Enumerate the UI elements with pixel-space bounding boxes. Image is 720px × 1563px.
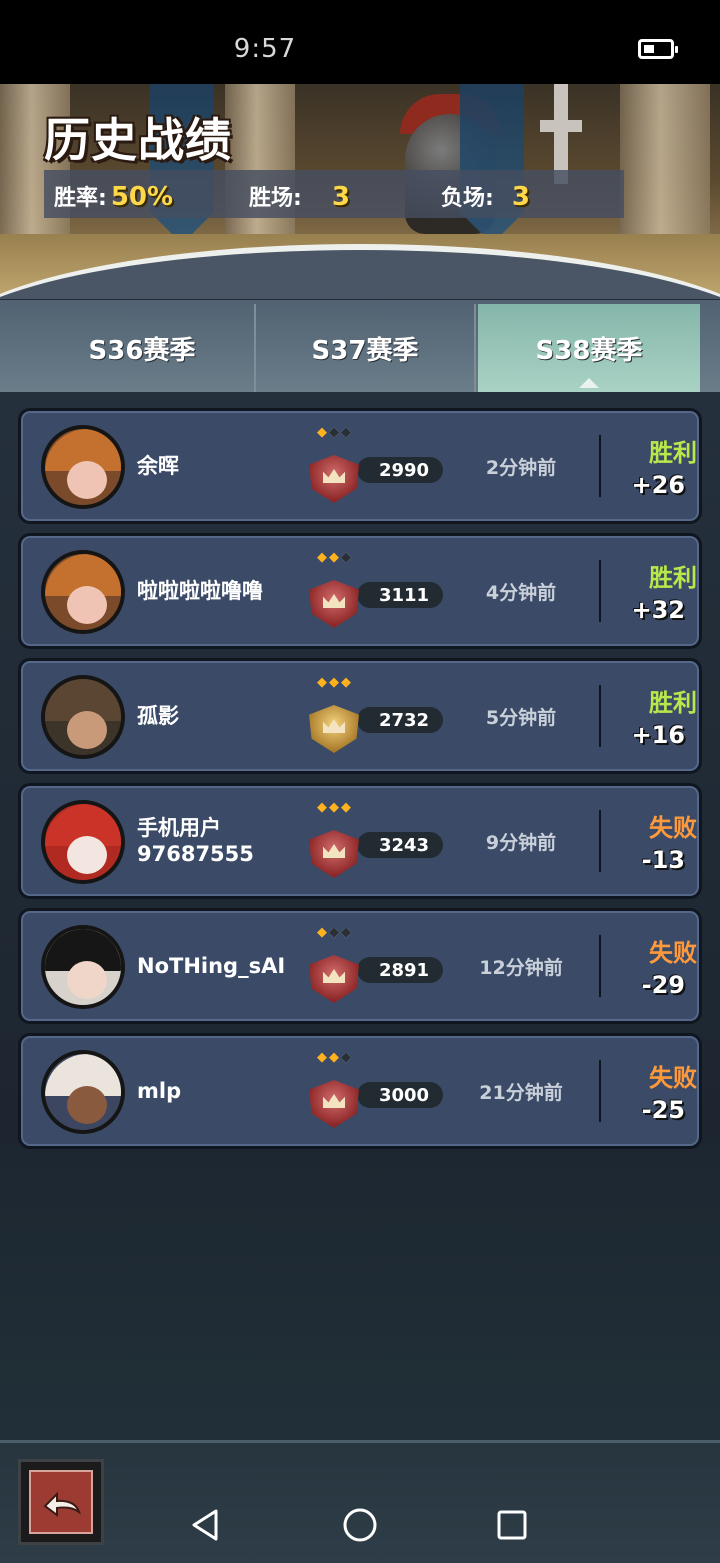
rank-badge-icon: [305, 951, 367, 1003]
score-change: -29: [641, 971, 685, 999]
tab-s36[interactable]: S36赛季: [30, 304, 256, 392]
avatar[interactable]: [41, 550, 125, 634]
return-button[interactable]: [18, 1459, 104, 1545]
avatar[interactable]: [41, 800, 125, 884]
score-change: +26: [631, 471, 685, 499]
avatar[interactable]: [41, 1050, 125, 1134]
win-rate-value: 50%: [110, 182, 174, 212]
time-ago: 4分钟前: [485, 581, 557, 604]
square-recent-icon[interactable]: [492, 1505, 532, 1545]
match-row[interactable]: 孤影 ◆◆◆ 2732 5分钟前 胜利 +16: [18, 658, 702, 774]
player-name: 余晖: [137, 454, 179, 478]
circle-home-icon[interactable]: [340, 1505, 380, 1545]
wins-value: 3: [331, 182, 350, 212]
bottom-bar: [0, 1440, 720, 1563]
match-row[interactable]: 啦啦啦啦噜噜 ◆◆◆ 3111 4分钟前 胜利 +32: [18, 533, 702, 649]
time-ago: 21分钟前: [479, 1081, 563, 1104]
result-label: 失败: [649, 939, 697, 967]
time-ago: 9分钟前: [485, 831, 557, 854]
rank-score: 3111: [357, 582, 443, 608]
page-title: 历史战绩: [44, 113, 232, 167]
avatar[interactable]: [41, 925, 125, 1009]
player-name: 啦啦啦啦噜噜: [137, 579, 263, 603]
time-ago: 12分钟前: [479, 956, 563, 979]
rank-score: 3000: [357, 1082, 443, 1108]
player-name: mlp: [137, 1079, 182, 1103]
rank-badge-icon: [305, 1076, 367, 1128]
rank-score: 2891: [357, 957, 443, 983]
time-ago: 2分钟前: [485, 456, 557, 479]
losses-value: 3: [511, 182, 530, 212]
rank-score: 2732: [357, 707, 443, 733]
rank-score: 3243: [357, 832, 443, 858]
tab-s37[interactable]: S37赛季: [256, 304, 476, 392]
player-name: NoTHing_sAI: [137, 954, 286, 978]
match-history-list: 余晖 ◆◆◆ 2990 2分钟前 胜利 +26 啦啦啦啦噜噜 ◆◆◆ 3111 …: [0, 392, 720, 1440]
score-change: +32: [631, 596, 685, 624]
return-arrow-icon: [29, 1470, 93, 1534]
banner-decoration: [460, 84, 524, 244]
triangle-back-icon[interactable]: [186, 1505, 226, 1545]
match-row[interactable]: NoTHing_sAI ◆◆◆ 2891 12分钟前 失败 -29: [18, 908, 702, 1024]
win-rate-stat: 胜率: 50%: [54, 180, 173, 212]
rank-stars: ◆◆◆: [317, 925, 353, 940]
result-label: 失败: [649, 1064, 697, 1092]
wins-stat: 胜场: 3: [249, 180, 350, 212]
avatar[interactable]: [41, 425, 125, 509]
score-change: -25: [641, 1096, 685, 1124]
match-row[interactable]: 手机用户97687555 ◆◆◆ 3243 9分钟前 失败 -13: [18, 783, 702, 899]
wins-label: 胜场:: [249, 186, 302, 211]
match-row[interactable]: 余晖 ◆◆◆ 2990 2分钟前 胜利 +26: [18, 408, 702, 524]
result-label: 胜利: [649, 689, 697, 717]
rank-stars: ◆◆◆: [317, 425, 353, 440]
rank-badge-icon: [305, 701, 367, 753]
result-label: 胜利: [649, 439, 697, 467]
win-rate-label: 胜率:: [54, 186, 107, 211]
player-name: 孤影: [137, 704, 179, 728]
player-name: 手机用户97687555: [137, 816, 254, 866]
score-change: +16: [631, 721, 685, 749]
stats-bar: 胜率: 50% 胜场: 3 负场: 3: [44, 170, 624, 218]
clock: 9:57: [233, 34, 297, 64]
rank-stars: ◆◆◆: [317, 675, 353, 690]
header-banner: 历史战绩 胜率: 50% 胜场: 3 负场: 3: [0, 84, 720, 299]
battery-icon: [638, 39, 678, 59]
match-row[interactable]: mlp ◆◆◆ 3000 21分钟前 失败 -25: [18, 1033, 702, 1149]
rank-stars: ◆◆◆: [317, 1050, 353, 1065]
rank-badge-icon: [305, 451, 367, 503]
status-bar: 9:57: [0, 0, 720, 84]
score-change: -13: [641, 846, 685, 874]
losses-label: 负场:: [441, 186, 494, 211]
season-tabs: S36赛季 S37赛季 S38赛季: [0, 300, 720, 392]
rank-score: 2990: [357, 457, 443, 483]
rank-badge-icon: [305, 576, 367, 628]
cross-decoration: [540, 84, 582, 184]
result-label: 胜利: [649, 564, 697, 592]
tab-s38[interactable]: S38赛季: [478, 304, 700, 392]
rank-stars: ◆◆◆: [317, 800, 353, 815]
rank-stars: ◆◆◆: [317, 550, 353, 565]
time-ago: 5分钟前: [485, 706, 557, 729]
losses-stat: 负场: 3: [441, 180, 530, 212]
rank-badge-icon: [305, 826, 367, 878]
avatar[interactable]: [41, 675, 125, 759]
result-label: 失败: [649, 814, 697, 842]
